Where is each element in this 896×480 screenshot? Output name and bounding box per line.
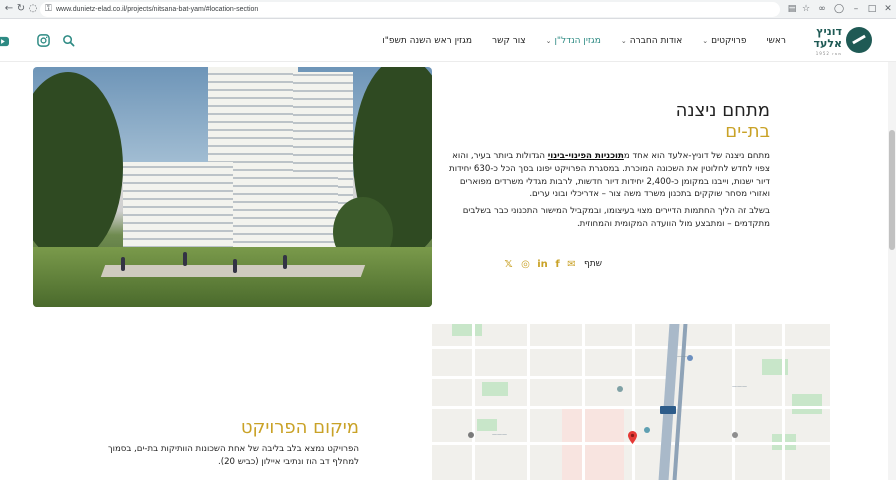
nav-item-about[interactable]: אודות החברה ⌄ [621,36,682,46]
map-park [792,394,822,414]
email-icon[interactable]: ✉ [566,259,577,270]
project-hero-image [33,67,432,307]
map-road [432,406,830,409]
nav-item-newyear-magazine[interactable]: מגזין ראש השנה תשפ"ו [382,36,472,46]
map-road [632,324,635,480]
urban-renewal-link[interactable]: תוכניות הפינוי-בינוי [548,151,624,161]
site-logo[interactable]: דוניץ אלעד 1952 מאז [808,25,872,57]
map-road [432,346,830,349]
site-info-icon[interactable]: ◌ [27,3,39,15]
main-nav: ראשי פרויקטים ⌄ אודות החברה ⌄ מגזין הנדל"ן… [362,20,786,62]
project-description: מתחם ניצנה של דוניץ-אלעד הוא אחד מתוכניו… [440,150,770,201]
nav-label: פרויקטים [711,36,747,46]
instagram-icon[interactable] [37,34,50,47]
logo-text: דוניץ אלעד [814,26,842,50]
extensions-icon[interactable]: ∞ [816,3,828,15]
nav-label: ראשי [766,36,787,46]
lock-icon: ⚿ [45,4,52,14]
nav-label: מגזין ראש השנה תשפ"ו [382,36,472,46]
map-street-label: ——— [732,384,747,390]
chevron-down-icon: ⌄ [620,37,627,45]
map-road [732,324,735,480]
bookmark-star-icon[interactable]: ☆ [800,3,812,15]
place-poi-icon[interactable] [617,386,623,392]
logo-line-2: אלעד [813,37,842,50]
location-description: הפרויקט נמצא בלב בליבה של אחת השכונות הו… [107,444,359,467]
midrise-building [268,177,338,257]
transit-poi-icon[interactable] [687,355,693,361]
address-bar[interactable]: ⚿ www.dunietz-elad.co.il/projects/nitsan… [40,2,780,17]
project-title: מתחם ניצנה [675,100,770,121]
nav-label: צור קשר [492,36,526,46]
map-park [482,382,508,396]
scrollbar-thumb[interactable] [889,130,895,250]
place-poi-icon[interactable] [468,432,474,438]
share-label: שתף [583,259,602,269]
location-pin-icon[interactable] [628,431,637,444]
map-road [527,324,530,480]
url-text: www.dunietz-elad.co.il/projects/nitsana-… [56,6,259,13]
whatsapp-icon[interactable]: ◎ [520,259,531,270]
nav-item-magazine[interactable]: מגזין הנדל"ן ⌄ [546,36,601,46]
linkedin-icon[interactable]: in [537,259,548,270]
logo-mark-icon [846,27,872,53]
profile-icon[interactable]: ◯ [833,3,845,15]
reader-mode-icon[interactable]: ▤ [786,3,798,15]
map-park [452,324,482,336]
nav-item-home[interactable]: ראשי [767,36,787,46]
nav-item-contact[interactable]: צור קשר [492,36,526,46]
project-intro: מתחם ניצנה בת-ים מתחם ניצנה של דוניץ-אלע… [440,100,770,231]
desc-prefix: מתחם ניצנה של דוניץ-אלעד הוא אחד מ [623,151,770,161]
person [183,252,187,266]
person [283,255,287,269]
close-icon[interactable]: ✕ [882,3,894,15]
person [233,259,237,273]
browser-toolbar: ← ↻ ◌ ⚿ www.dunietz-elad.co.il/projects/… [0,0,896,19]
page-scrollbar[interactable] [888,62,896,480]
chevron-down-icon: ⌄ [702,37,709,45]
map-road [582,324,585,480]
person [121,257,125,271]
map-road [472,324,475,480]
back-icon[interactable]: ← [3,3,15,15]
site-header: ראשי פרויקטים ⌄ אודות החברה ⌄ מגזין הנדל"ן… [0,20,896,62]
place-poi-icon[interactable] [644,427,650,433]
minimize-icon[interactable]: – [850,3,862,15]
project-city: בת-ים [725,121,770,142]
nav-item-projects[interactable]: פרויקטים ⌄ [702,36,746,46]
location-map[interactable]: ——— ——— ——— [432,324,830,480]
search-icon[interactable] [62,34,75,47]
location-title: מיקום הפרויקט [240,417,359,438]
tree [33,72,123,262]
x-twitter-icon[interactable]: 𝕏 [503,259,514,270]
highway-shield-icon [660,406,676,414]
map-road [782,324,785,480]
logo-since: 1952 מאז [815,51,842,56]
chevron-down-icon: ⌄ [545,37,552,45]
maximize-icon[interactable]: □ [866,3,878,15]
nav-label: אודות החברה [629,36,683,46]
project-status: בשלב זה הליך החתמות הדיירים מצוי בעיצומו… [462,206,770,229]
lawn [33,247,432,307]
share-bar: שתף 𝕏 ◎ in f ✉ [503,258,608,272]
youtube-icon[interactable] [0,35,9,48]
map-road [432,376,672,379]
nav-label: מגזין הנדל"ן [554,36,601,46]
map-street-label: ——— [492,432,507,438]
map-park [477,419,497,431]
reload-icon[interactable]: ↻ [15,3,27,15]
facebook-icon[interactable]: f [552,259,563,270]
place-poi-icon[interactable] [732,432,738,438]
social-links [0,34,80,48]
